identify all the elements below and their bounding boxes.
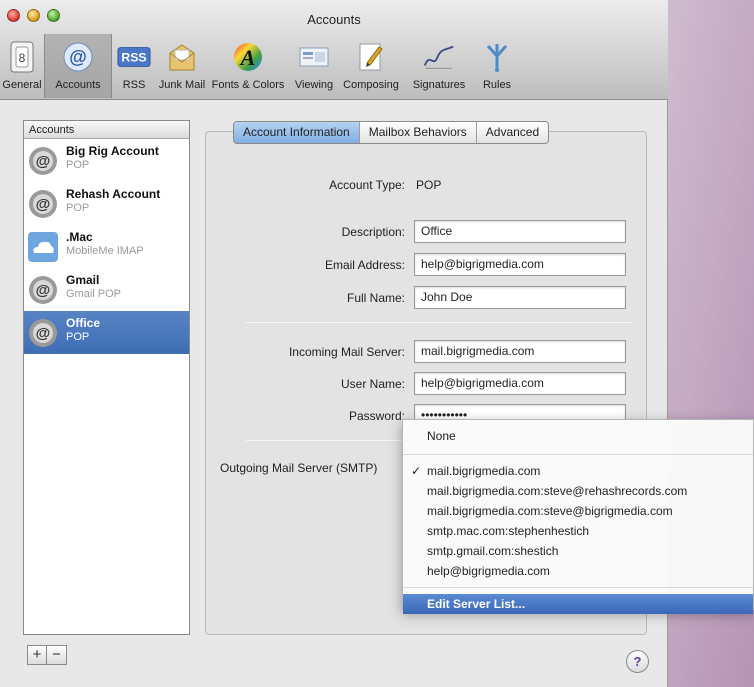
account-type: POP bbox=[66, 202, 90, 214]
toolbar-label: Junk Mail bbox=[158, 79, 206, 91]
email-address-label: Email Address: bbox=[324, 258, 405, 272]
smtp-server-label: Outgoing Mail Server (SMTP) bbox=[220, 461, 378, 475]
account-name: Rehash Account bbox=[66, 187, 161, 201]
accounts-list-header: Accounts bbox=[24, 121, 189, 139]
toolbar-label: Rules bbox=[482, 79, 512, 91]
at-sign-icon: @ bbox=[29, 319, 57, 347]
menu-item-server[interactable]: ✓ mail.bigrigmedia.com bbox=[403, 461, 753, 481]
toolbar-label: Accounts bbox=[55, 79, 101, 91]
toolbar-accounts[interactable]: @ Accounts bbox=[44, 34, 112, 98]
preferences-toolbar: 8 General @ Accounts RSS RSS Junk Mail A… bbox=[0, 34, 518, 100]
account-type: POP bbox=[66, 159, 90, 171]
toolbar-label: RSS bbox=[122, 79, 146, 91]
toolbar-label: Composing bbox=[343, 79, 399, 91]
account-item-mac[interactable]: .Mac MobileMe IMAP bbox=[24, 225, 189, 268]
menu-separator bbox=[403, 454, 753, 455]
email-address-field[interactable]: help@bigrigmedia.com bbox=[414, 253, 626, 276]
title-bar: Accounts 8 General @ Accounts RSS RSS Ju… bbox=[0, 0, 668, 100]
toolbar-viewing[interactable]: Viewing bbox=[288, 34, 340, 98]
viewing-icon bbox=[297, 40, 331, 74]
toolbar-general[interactable]: 8 General bbox=[0, 34, 44, 98]
toolbar-label: Signatures bbox=[412, 79, 466, 91]
help-button[interactable]: ? bbox=[626, 650, 649, 673]
incoming-server-label: Incoming Mail Server: bbox=[288, 345, 405, 359]
menu-item-server[interactable]: help@bigrigmedia.com bbox=[403, 561, 753, 581]
full-name-field[interactable]: John Doe bbox=[414, 286, 626, 309]
toolbar-fonts-colors[interactable]: A Fonts & Colors bbox=[208, 34, 288, 98]
svg-text:@: @ bbox=[36, 282, 51, 299]
account-item-office[interactable]: @ Office POP bbox=[24, 311, 189, 354]
svg-text:@: @ bbox=[69, 47, 87, 67]
smtp-server-menu[interactable]: None ✓ mail.bigrigmedia.com mail.bigrigm… bbox=[402, 419, 754, 614]
tab-mailbox-behaviors[interactable]: Mailbox Behaviors bbox=[358, 122, 476, 143]
svg-text:8: 8 bbox=[19, 51, 26, 65]
account-item-rehash[interactable]: @ Rehash Account POP bbox=[24, 182, 189, 225]
svg-text:A: A bbox=[239, 45, 256, 70]
menu-separator bbox=[403, 587, 753, 588]
menu-item-server[interactable]: mail.bigrigmedia.com:steve@rehashrecords… bbox=[403, 481, 753, 501]
account-buttons: + − bbox=[27, 645, 67, 665]
at-sign-icon: @ bbox=[61, 40, 95, 74]
composing-icon bbox=[354, 40, 388, 74]
junk-mail-icon bbox=[165, 40, 199, 74]
account-name: Big Rig Account bbox=[66, 144, 159, 158]
menu-item-edit-server-list[interactable]: Edit Server List... bbox=[403, 594, 753, 614]
description-label: Description: bbox=[341, 225, 405, 239]
account-name: Office bbox=[66, 316, 101, 330]
tab-account-information[interactable]: Account Information bbox=[234, 122, 359, 143]
account-name: .Mac bbox=[66, 230, 93, 244]
tab-bar: Account Information Mailbox Behaviors Ad… bbox=[233, 121, 550, 144]
menu-item-server[interactable]: smtp.mac.com:stephenhestich bbox=[403, 521, 753, 541]
toolbar-signatures[interactable]: Signatures bbox=[402, 34, 476, 98]
toolbar-composing[interactable]: Composing bbox=[340, 34, 402, 98]
account-type: POP bbox=[66, 331, 90, 343]
fonts-colors-icon: A bbox=[231, 40, 265, 74]
full-name-label: Full Name: bbox=[346, 291, 405, 305]
account-item-big-rig[interactable]: @ Big Rig Account POP bbox=[24, 139, 189, 182]
toolbar-rules[interactable]: Rules bbox=[476, 34, 518, 98]
at-sign-icon: @ bbox=[29, 276, 57, 304]
account-type-label: Account Type: bbox=[329, 178, 405, 192]
menu-item-none[interactable]: None bbox=[403, 426, 753, 446]
account-item-gmail[interactable]: @ Gmail Gmail POP bbox=[24, 268, 189, 311]
toolbar-rss[interactable]: RSS RSS bbox=[112, 34, 156, 98]
password-label: Password: bbox=[348, 409, 405, 423]
svg-text:@: @ bbox=[36, 196, 51, 213]
toolbar-label: General bbox=[2, 79, 42, 91]
user-name-field[interactable]: help@bigrigmedia.com bbox=[414, 372, 626, 395]
window-title: Accounts bbox=[307, 12, 361, 27]
toolbar-junk-mail[interactable]: Junk Mail bbox=[156, 34, 208, 98]
description-field[interactable]: Office bbox=[414, 220, 626, 243]
add-account-button[interactable]: + bbox=[27, 645, 47, 665]
incoming-server-field[interactable]: mail.bigrigmedia.com bbox=[414, 340, 626, 363]
menu-item-server[interactable]: smtp.gmail.com:shestich bbox=[403, 541, 753, 561]
switch-icon: 8 bbox=[5, 40, 39, 74]
check-mark-icon: ✓ bbox=[411, 464, 422, 478]
account-type-value: POP bbox=[416, 178, 442, 192]
svg-text:@: @ bbox=[36, 153, 51, 170]
menu-item-label: mail.bigrigmedia.com bbox=[427, 464, 541, 478]
svg-text:RSS: RSS bbox=[121, 51, 146, 65]
signature-icon bbox=[422, 40, 456, 74]
at-sign-icon: @ bbox=[29, 190, 57, 218]
remove-account-button[interactable]: − bbox=[47, 645, 67, 665]
svg-text:@: @ bbox=[36, 325, 51, 342]
cloud-icon bbox=[28, 232, 58, 262]
account-type: MobileMe IMAP bbox=[66, 245, 144, 257]
rss-icon: RSS bbox=[117, 40, 151, 74]
accounts-list[interactable]: Accounts @ Big Rig Account POP @ Rehash … bbox=[23, 120, 190, 635]
separator bbox=[246, 322, 632, 323]
user-name-label: User Name: bbox=[340, 377, 405, 391]
account-type: Gmail POP bbox=[66, 288, 122, 300]
tab-advanced[interactable]: Advanced bbox=[475, 122, 548, 143]
account-name: Gmail bbox=[66, 273, 100, 287]
toolbar-label: Viewing bbox=[294, 79, 334, 91]
menu-item-server[interactable]: mail.bigrigmedia.com:steve@bigrigmedia.c… bbox=[403, 501, 753, 521]
at-sign-icon: @ bbox=[29, 147, 57, 175]
toolbar-label: Fonts & Colors bbox=[211, 79, 285, 91]
rules-icon bbox=[480, 40, 514, 74]
